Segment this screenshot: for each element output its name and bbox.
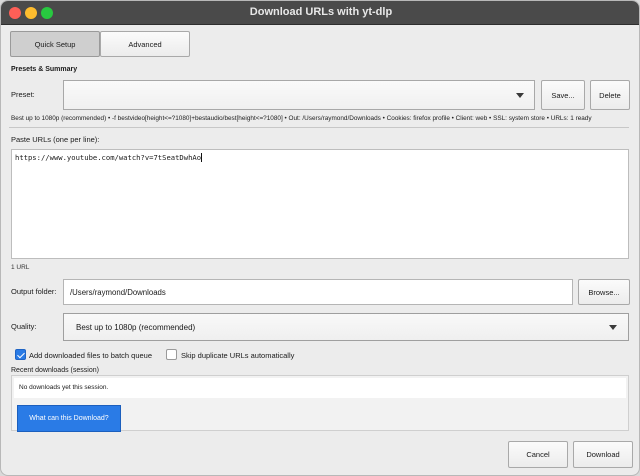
window-title: Download URLs with yt-dlp: [249, 6, 393, 18]
urls-label: Paste URLs (one per line):: [11, 135, 100, 144]
title-bar: Download URLs with yt-dlp: [1, 1, 639, 25]
chevron-down-icon: [609, 325, 617, 330]
quality-label: Quality:: [11, 322, 37, 331]
quality-selected-value: Best up to 1080p (recommended): [76, 323, 196, 332]
presets-section-title: Presets & Summary: [11, 66, 78, 73]
tab-quick-setup[interactable]: Quick Setup: [10, 31, 100, 57]
settings-summary: Best up to 1080p (recommended) • -f best…: [11, 115, 592, 122]
preset-label: Preset:: [11, 90, 35, 99]
what-can-download-button[interactable]: What can this Download?: [17, 405, 121, 432]
skip-duplicates-label: Skip duplicate URLs automatically: [181, 351, 295, 360]
skip-duplicates-checkbox[interactable]: [166, 349, 177, 360]
output-folder-label: Output folder:: [11, 287, 57, 296]
cancel-button[interactable]: Cancel: [508, 441, 568, 468]
text-caret: [201, 153, 203, 162]
chevron-down-icon: [516, 93, 524, 98]
output-folder-value: /Users/raymond/Downloads: [70, 288, 166, 297]
browse-button[interactable]: Browse...: [578, 279, 630, 305]
recent-downloads-list: No downloads yet this session.: [14, 378, 626, 398]
urls-textarea[interactable]: https://www.youtube.com/watch?v=7tSeatDw…: [11, 149, 629, 259]
url-text: https://www.youtube.com/watch?v=7tSeatDw…: [15, 153, 202, 162]
download-button[interactable]: Download: [573, 441, 633, 468]
preset-dropdown[interactable]: [63, 80, 535, 110]
save-preset-button[interactable]: Save...: [541, 80, 585, 110]
url-count: 1 URL: [11, 264, 30, 271]
batch-queue-label: Add downloaded files to batch queue: [29, 351, 153, 360]
recent-downloads-label: Recent downloads (session): [11, 367, 99, 374]
recent-empty-text: No downloads yet this session.: [19, 384, 109, 391]
divider: [9, 127, 629, 128]
output-folder-input[interactable]: /Users/raymond/Downloads: [63, 279, 573, 305]
app-window: Download URLs with yt-dlp Quick Setup Ad…: [0, 0, 640, 476]
delete-preset-button[interactable]: Delete: [590, 80, 630, 110]
tab-advanced[interactable]: Advanced: [100, 31, 190, 57]
batch-queue-checkbox[interactable]: [15, 349, 26, 360]
quality-dropdown[interactable]: Best up to 1080p (recommended): [63, 313, 629, 341]
